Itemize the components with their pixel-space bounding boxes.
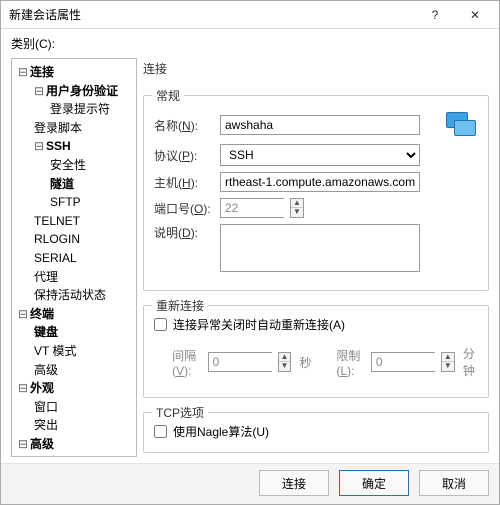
nagle-label: 使用Nagle算法(U) bbox=[173, 423, 269, 440]
tree-window[interactable]: 窗口 bbox=[34, 400, 58, 414]
desc-label: 说明(D): bbox=[154, 224, 212, 241]
connect-button[interactable]: 连接 bbox=[259, 470, 329, 496]
limit-label: 限制(L): bbox=[336, 347, 363, 378]
category-tree[interactable]: ⊟连接 ⊟用户身份验证 登录提示符 登录脚本 ⊟SSH 安全性 隧道 SFTP … bbox=[11, 58, 137, 457]
limit-unit: 分钟 bbox=[463, 345, 478, 379]
group-general: 常规 名称(N): 协议(P): SSH 主机(H): 端口号(O): bbox=[143, 95, 489, 291]
host-input[interactable] bbox=[220, 172, 420, 192]
close-icon[interactable]: ✕ bbox=[455, 2, 495, 28]
tree-login-script[interactable]: 登录脚本 bbox=[34, 121, 82, 135]
dialog-title: 新建会话属性 bbox=[9, 6, 415, 23]
tree-rlogin[interactable]: RLOGIN bbox=[34, 232, 80, 246]
category-label: 类别(C): bbox=[1, 29, 499, 56]
tree-connection[interactable]: 连接 bbox=[30, 65, 54, 79]
tree-vt[interactable]: VT 模式 bbox=[34, 344, 76, 358]
tree-tunnel[interactable]: 隧道 bbox=[50, 177, 74, 191]
nagle-checkbox[interactable] bbox=[154, 425, 167, 438]
group-tcp-legend: TCP选项 bbox=[152, 404, 208, 421]
tree-advanced-term[interactable]: 高级 bbox=[34, 363, 58, 377]
tree-keyboard[interactable]: 键盘 bbox=[34, 325, 58, 339]
panel: 连接 常规 名称(N): 协议(P): SSH 主机(H): bbox=[143, 58, 489, 457]
help-icon[interactable]: ? bbox=[415, 2, 455, 28]
ok-button[interactable]: 确定 bbox=[339, 470, 409, 496]
footer: 连接 确定 取消 bbox=[1, 463, 499, 504]
group-tcp: TCP选项 使用Nagle算法(U) bbox=[143, 412, 489, 453]
name-input[interactable] bbox=[220, 115, 420, 135]
auto-reconnect-checkbox[interactable] bbox=[154, 318, 167, 331]
cancel-button[interactable]: 取消 bbox=[419, 470, 489, 496]
interval-unit: 秒 bbox=[299, 354, 311, 371]
name-label: 名称(N): bbox=[154, 117, 212, 134]
main: ⊟连接 ⊟用户身份验证 登录提示符 登录脚本 ⊟SSH 安全性 隧道 SFTP … bbox=[1, 56, 499, 463]
titlebar: 新建会话属性 ? ✕ bbox=[1, 1, 499, 29]
desc-textarea[interactable] bbox=[220, 224, 420, 272]
protocol-label: 协议(P): bbox=[154, 147, 212, 164]
auto-reconnect-label: 连接异常关闭时自动重新连接(A) bbox=[173, 316, 345, 333]
limit-stepper[interactable]: ▲▼ bbox=[441, 352, 455, 372]
interval-label: 间隔(V): bbox=[172, 347, 199, 378]
interval-input[interactable] bbox=[208, 352, 272, 372]
port-input[interactable] bbox=[220, 198, 284, 218]
tree-sftp[interactable]: SFTP bbox=[50, 195, 81, 209]
tree-security[interactable]: 安全性 bbox=[50, 158, 86, 172]
protocol-select[interactable]: SSH bbox=[220, 144, 420, 166]
group-reconnect: 重新连接 连接异常关闭时自动重新连接(A) 间隔(V): ▲▼ 秒 限制(L): bbox=[143, 305, 489, 398]
panel-title: 连接 bbox=[143, 58, 489, 81]
interval-stepper[interactable]: ▲▼ bbox=[278, 352, 292, 372]
tree-keepalive[interactable]: 保持活动状态 bbox=[34, 288, 106, 302]
port-label: 端口号(O): bbox=[154, 200, 212, 217]
limit-input[interactable] bbox=[371, 352, 435, 372]
tree-trace[interactable]: 跟踪 bbox=[34, 455, 58, 457]
tree-highlight[interactable]: 突出 bbox=[34, 418, 58, 432]
tree-appearance[interactable]: 外观 bbox=[30, 381, 54, 395]
dialog: 新建会话属性 ? ✕ 类别(C): ⊟连接 ⊟用户身份验证 登录提示符 登录脚本… bbox=[0, 0, 500, 505]
tree-ssh[interactable]: SSH bbox=[46, 139, 71, 153]
host-label: 主机(H): bbox=[154, 174, 212, 191]
port-stepper[interactable]: ▲▼ bbox=[290, 198, 304, 218]
tree-advanced[interactable]: 高级 bbox=[30, 437, 54, 451]
group-reconnect-legend: 重新连接 bbox=[152, 297, 208, 314]
session-icon[interactable] bbox=[446, 112, 478, 138]
tree-proxy[interactable]: 代理 bbox=[34, 270, 58, 284]
tree-auth[interactable]: 用户身份验证 bbox=[46, 84, 118, 98]
tree-telnet[interactable]: TELNET bbox=[34, 214, 80, 228]
group-general-legend: 常规 bbox=[152, 87, 184, 104]
tree-serial[interactable]: SERIAL bbox=[34, 251, 77, 265]
tree-terminal[interactable]: 终端 bbox=[30, 307, 54, 321]
tree-login-prompt[interactable]: 登录提示符 bbox=[50, 102, 110, 116]
